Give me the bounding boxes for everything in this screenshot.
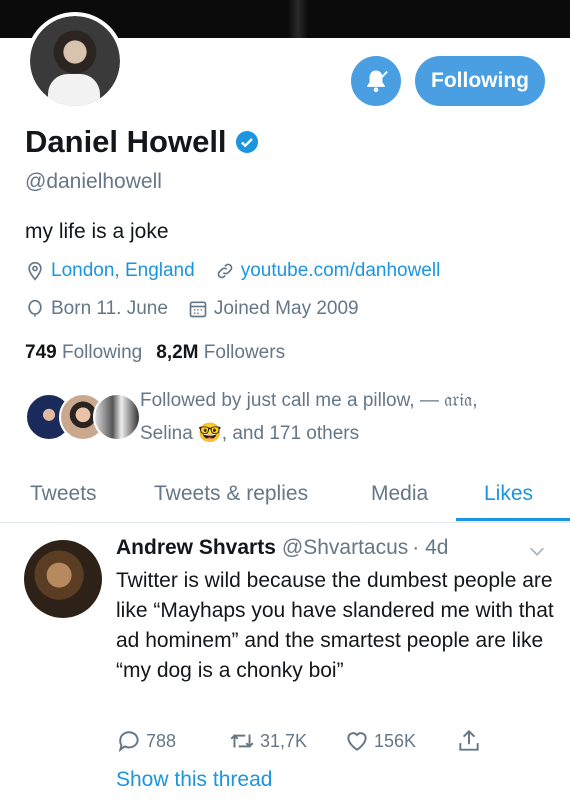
retweet-icon bbox=[228, 728, 256, 754]
notifications-bell-button[interactable] bbox=[351, 56, 401, 106]
like-count: 156K bbox=[374, 730, 417, 751]
heart-icon bbox=[344, 728, 370, 754]
share-icon bbox=[456, 728, 482, 754]
verified-badge-icon bbox=[235, 130, 259, 154]
tab-tweets[interactable]: Tweets bbox=[30, 466, 97, 522]
profile-bio: my life is a joke bbox=[25, 220, 169, 243]
followed-by-name: Selina bbox=[140, 423, 193, 444]
active-tab-indicator bbox=[456, 518, 570, 521]
retweet-count: 31,7K bbox=[260, 730, 308, 751]
profile-joined: Joined May 2009 bbox=[213, 298, 359, 319]
reply-count: 788 bbox=[146, 730, 177, 751]
following-count: 749 bbox=[25, 342, 57, 363]
follower-avatar bbox=[93, 393, 141, 441]
nerd-face-emoji: 🤓 bbox=[198, 423, 222, 444]
chevron-down-icon[interactable] bbox=[526, 540, 548, 562]
show-thread-link[interactable]: Show this thread bbox=[116, 768, 272, 792]
profile-meta-row-2: Born 11. June Joined May 2009 bbox=[25, 298, 379, 320]
tweet-actions: 788 31,7K 156K bbox=[116, 728, 556, 756]
profile-location: London, England bbox=[51, 260, 195, 281]
followed-by-avatars[interactable] bbox=[25, 393, 141, 441]
profile-stats: 749 Following 8,2M Followers bbox=[25, 342, 285, 364]
tweet-header: Andrew Shvarts @Shvartacus · 4d bbox=[116, 536, 448, 560]
followers-stat[interactable]: 8,2M Followers bbox=[156, 342, 285, 364]
reply-button[interactable]: 788 bbox=[116, 728, 176, 754]
tweet-time: · 4d bbox=[412, 536, 449, 559]
profile-website-link[interactable]: youtube.com/danhowell bbox=[241, 260, 441, 282]
profile-meta-row-1: London, England youtube.com/danhowell bbox=[25, 260, 460, 282]
tab-media[interactable]: Media bbox=[371, 466, 428, 522]
followed-by-line: Followed by just call me a pillow, — 𝔞𝔯𝔦… bbox=[140, 390, 478, 411]
profile-avatar[interactable] bbox=[26, 12, 124, 110]
tab-tweets-replies[interactable]: Tweets & replies bbox=[154, 466, 308, 522]
balloon-icon bbox=[25, 299, 45, 319]
following-stat[interactable]: 749 Following bbox=[25, 342, 142, 364]
link-icon bbox=[215, 261, 235, 281]
calendar-icon bbox=[188, 299, 208, 319]
followers-label: Followers bbox=[203, 342, 286, 363]
profile-birthday: Born 11. June bbox=[51, 298, 168, 319]
bell-check-icon bbox=[362, 67, 390, 95]
tweet-text: Twitter is wild because the dumbest peop… bbox=[116, 569, 554, 682]
followed-by-rest: , and 171 others bbox=[221, 423, 360, 444]
following-button[interactable]: Following bbox=[415, 56, 545, 106]
tweet-author-name[interactable]: Andrew Shvarts bbox=[116, 536, 276, 560]
banner-microphone bbox=[288, 0, 308, 38]
profile-name-row: Daniel Howell bbox=[25, 124, 259, 160]
profile-tabs: Tweets Tweets & replies Media Likes bbox=[0, 466, 570, 523]
share-button[interactable] bbox=[456, 728, 482, 754]
like-button[interactable]: 156K bbox=[344, 728, 416, 754]
tab-likes[interactable]: Likes bbox=[484, 466, 533, 522]
profile-handle: @danielhowell bbox=[25, 170, 162, 193]
followed-by-text[interactable]: Followed by just call me a pillow, — 𝔞𝔯𝔦… bbox=[140, 384, 540, 450]
profile-name: Daniel Howell bbox=[25, 124, 227, 159]
tweet-author-avatar[interactable] bbox=[24, 540, 102, 618]
location-pin-icon bbox=[25, 261, 45, 281]
followers-count: 8,2M bbox=[156, 342, 199, 363]
following-label: Following bbox=[61, 342, 143, 363]
tweet-author-handle[interactable]: @Shvartacus bbox=[282, 536, 408, 560]
retweet-button[interactable]: 31,7K bbox=[228, 728, 307, 754]
reply-icon bbox=[116, 728, 142, 754]
